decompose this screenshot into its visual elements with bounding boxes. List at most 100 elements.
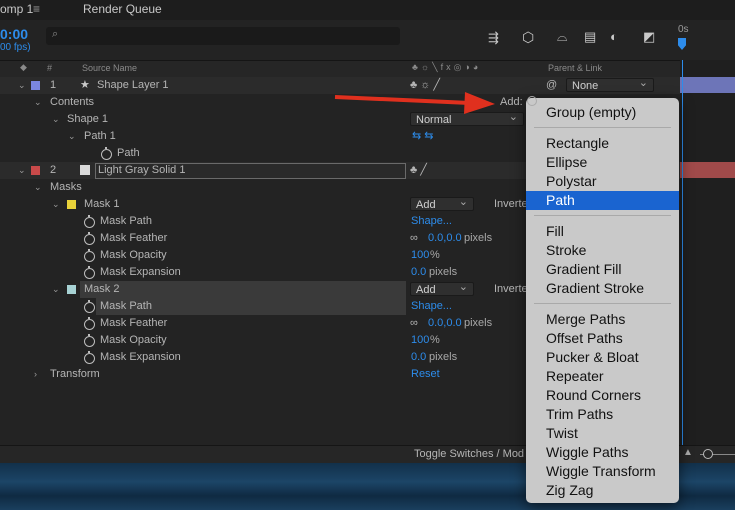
stopwatch-icon[interactable] <box>84 249 95 262</box>
tab-render-queue[interactable]: Render Queue <box>83 0 162 20</box>
stopwatch-icon[interactable] <box>84 351 95 364</box>
graph-editor-icon[interactable]: ◩ <box>643 29 655 45</box>
search-input[interactable]: ⌕ <box>46 27 400 45</box>
layer-2-bar[interactable] <box>680 162 735 178</box>
tab-comp[interactable]: omp 1 <box>0 0 33 20</box>
expand-chevron-icon[interactable]: ⌄ <box>68 128 76 145</box>
path-direction-icon[interactable]: ⇆ ⇆ <box>412 128 434 145</box>
composition-flowchart-icon[interactable]: ⇶ <box>488 30 499 46</box>
pixels-unit: pixels <box>464 317 493 329</box>
expand-chevron-icon[interactable]: ⌄ <box>34 179 42 196</box>
link-icon[interactable]: ∞ <box>410 230 418 247</box>
layer-1-color <box>31 81 40 90</box>
stopwatch-icon[interactable] <box>84 317 95 330</box>
switch-icons[interactable]: ♣ ╱ <box>410 162 427 179</box>
mask-expansion-value[interactable]: 0.0 <box>411 349 426 366</box>
source-name-header[interactable]: Source Name <box>82 63 137 73</box>
layer-name[interactable]: Shape Layer 1 <box>97 77 169 94</box>
menu-item-merge-paths[interactable]: Merge Paths <box>526 310 679 329</box>
mask-2-color[interactable] <box>67 285 76 294</box>
menu-item-trim-paths[interactable]: Trim Paths <box>526 405 679 424</box>
zoom-out-icon[interactable]: ▲ <box>683 447 693 458</box>
mask-1-label[interactable]: Mask 1 <box>84 196 119 213</box>
mask-shape-value[interactable]: Shape... <box>411 298 452 315</box>
solid-swatch <box>80 165 90 175</box>
mask-mode-dropdown[interactable]: Add <box>410 195 474 211</box>
menu-item-repeater[interactable]: Repeater <box>526 367 679 386</box>
percent-unit: % <box>430 249 440 261</box>
add-label[interactable]: Add: <box>500 94 523 111</box>
expand-chevron-icon[interactable]: ⌄ <box>18 162 26 179</box>
parent-dropdown[interactable]: None <box>566 76 654 92</box>
menu-item-fill[interactable]: Fill <box>526 222 679 241</box>
menu-item-round-corners[interactable]: Round Corners <box>526 386 679 405</box>
parent-link-header[interactable]: Parent & Link <box>548 63 602 73</box>
shy-icon[interactable]: ⌓ <box>557 29 567 45</box>
layer-number: 2 <box>50 164 57 176</box>
playhead-line[interactable] <box>682 60 683 445</box>
inverted-checkbox-label[interactable]: Inverte <box>494 196 528 213</box>
expand-chevron-icon[interactable]: ⌄ <box>34 94 42 111</box>
transform-reset[interactable]: Reset <box>411 366 440 383</box>
menu-item-wiggle-transform[interactable]: Wiggle Transform <box>526 462 679 481</box>
menu-item-stroke[interactable]: Stroke <box>526 241 679 260</box>
link-icon[interactable]: ∞ <box>410 315 418 332</box>
mask-shape-value[interactable]: Shape... <box>411 213 452 230</box>
stopwatch-icon[interactable] <box>84 300 95 313</box>
stopwatch-icon[interactable] <box>84 232 95 245</box>
mask-opacity-value[interactable]: 100 <box>411 332 429 349</box>
menu-item-wiggle-paths[interactable]: Wiggle Paths <box>526 443 679 462</box>
mask-path-label: Mask Path <box>100 215 152 227</box>
menu-item-offset-paths[interactable]: Offset Paths <box>526 329 679 348</box>
path-label: Path <box>117 147 140 159</box>
pixels-unit: pixels <box>429 351 458 363</box>
zoom-slider-knob[interactable] <box>703 449 713 459</box>
collapse-chevron-icon[interactable]: › <box>34 366 37 383</box>
tab-menu-icon[interactable]: ≡ <box>33 0 40 20</box>
menu-item-path[interactable]: Path <box>526 191 679 210</box>
add-button-icon[interactable] <box>527 96 537 106</box>
mask-2-label[interactable]: Mask 2 <box>84 281 119 298</box>
expand-chevron-icon[interactable]: ⌄ <box>52 281 60 298</box>
frame-blending-icon[interactable]: ▤ <box>584 29 596 45</box>
expand-chevron-icon[interactable]: ⌄ <box>52 196 60 213</box>
stopwatch-icon[interactable] <box>84 266 95 279</box>
menu-item-zig-zag[interactable]: Zig Zag <box>526 481 679 500</box>
menu-item-rectangle[interactable]: Rectangle <box>526 134 679 153</box>
mask-expansion-value[interactable]: 0.0 <box>411 264 426 281</box>
expand-chevron-icon[interactable]: ⌄ <box>52 111 60 128</box>
menu-item-group-empty[interactable]: Group (empty) <box>526 103 679 122</box>
blend-mode-dropdown[interactable]: Normal <box>410 110 524 126</box>
menu-item-gradient-fill[interactable]: Gradient Fill <box>526 260 679 279</box>
layer-1-bar[interactable] <box>680 77 735 93</box>
timeline-area[interactable]: 0s <box>678 24 735 445</box>
mask-feather-value[interactable]: 0.0,0.0 <box>428 315 462 332</box>
star-icon: ★ <box>80 79 90 91</box>
inverted-checkbox-label[interactable]: Inverte <box>494 281 528 298</box>
stopwatch-icon[interactable] <box>84 215 95 228</box>
current-time[interactable]: 0:00 <box>0 26 28 42</box>
menu-item-gradient-stroke[interactable]: Gradient Stroke <box>526 279 679 298</box>
toggle-switches-button[interactable]: Toggle Switches / Mod <box>414 448 524 460</box>
mask-mode-dropdown[interactable]: Add <box>410 280 474 296</box>
menu-item-twist[interactable]: Twist <box>526 424 679 443</box>
pick-whip-icon[interactable]: @ <box>546 77 557 94</box>
stopwatch-icon[interactable] <box>84 334 95 347</box>
menu-item-polystar[interactable]: Polystar <box>526 172 679 191</box>
mask-feather-value[interactable]: 0.0,0.0 <box>428 230 462 247</box>
expand-chevron-icon[interactable]: ⌄ <box>18 77 26 94</box>
stopwatch-icon[interactable] <box>101 147 112 160</box>
mask-1-color[interactable] <box>67 200 76 209</box>
shape-1-label: Shape 1 <box>67 113 108 125</box>
menu-item-pucker-bloat[interactable]: Pucker & Bloat <box>526 348 679 367</box>
layer-name-box[interactable]: Light Gray Solid 1 <box>95 163 406 179</box>
layer-2-color[interactable] <box>31 166 40 175</box>
menu-item-ellipse[interactable]: Ellipse <box>526 153 679 172</box>
motion-blur-icon[interactable]: ◐ <box>610 29 618 44</box>
layer-name[interactable]: Light Gray Solid 1 <box>98 162 185 179</box>
add-shape-menu[interactable]: Group (empty) Rectangle Ellipse Polystar… <box>526 98 679 503</box>
draft-3d-icon[interactable]: ⬡ <box>522 29 534 46</box>
switches-header-icons: ♣☼╲fx◎◑◕ <box>412 62 482 72</box>
mask-opacity-value[interactable]: 100 <box>411 247 429 264</box>
mask-2-highlight <box>80 281 406 298</box>
